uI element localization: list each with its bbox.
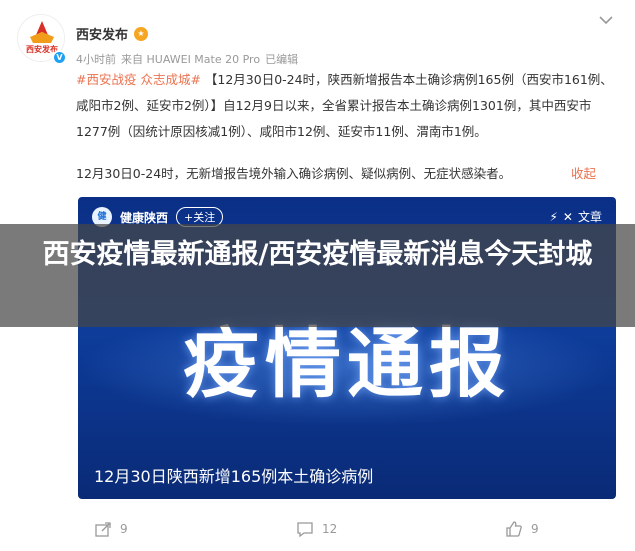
post-second-text: 12月30日0-24时，无新增报告境外输入确诊病例、疑似病例、无症状感染者。 (76, 166, 512, 181)
author-row: 西安发布 ★ (76, 24, 149, 43)
verified-badge-icon: V (52, 50, 67, 65)
video-share[interactable]: ⚡ ✕ 文章 (549, 208, 602, 225)
share-button[interactable]: 9 (94, 520, 128, 538)
post-time[interactable]: 4小时前 (76, 51, 116, 67)
post-meta: 4小时前 来自 HUAWEI Mate 20 Pro 已编辑 (76, 51, 298, 67)
like-count: 9 (531, 522, 539, 536)
thumbs-up-icon (506, 521, 522, 537)
topic-link[interactable]: #西安战疫 众志成城# (76, 72, 201, 87)
edited-label[interactable]: 已编辑 (265, 51, 298, 67)
video-caption: 12月30日陕西新增165例本土确诊病例 (94, 467, 374, 486)
share-icon (95, 522, 111, 537)
post-source: 来自 HUAWEI Mate 20 Pro (121, 53, 261, 66)
weibo-post: 西安发布 V 西安发布 ★ 4小时前 来自 HUAWEI Mate 20 Pro… (0, 0, 635, 551)
comment-count: 12 (322, 522, 338, 536)
author-name[interactable]: 西安发布 (76, 24, 128, 43)
comment-icon (297, 522, 313, 538)
action-bar: 9 12 9 (0, 520, 635, 544)
vip-medal-icon: ★ (134, 26, 149, 41)
page-title-overlay: 西安疫情最新通报/西安疫情最新消息今天封城 (0, 224, 635, 327)
chevron-down-icon[interactable] (598, 14, 614, 26)
comment-button[interactable]: 12 (296, 520, 337, 538)
collapse-link[interactable]: 收起 (571, 161, 596, 187)
channel-name[interactable]: 健康陕西 (120, 209, 168, 226)
lightning-icon: ⚡ (549, 209, 558, 224)
like-button[interactable]: 9 (505, 520, 539, 538)
article-label[interactable]: 文章 (578, 208, 602, 225)
share-count: 9 (120, 522, 128, 536)
post-body: #西安战疫 众志成城# 【12月30日0-24时，陕西新增报告本土确诊病例165… (76, 67, 616, 145)
post-second-paragraph: 12月30日0-24时，无新增报告境外输入确诊病例、疑似病例、无症状感染者。 收… (76, 161, 616, 187)
close-icon[interactable]: ✕ (563, 210, 573, 224)
